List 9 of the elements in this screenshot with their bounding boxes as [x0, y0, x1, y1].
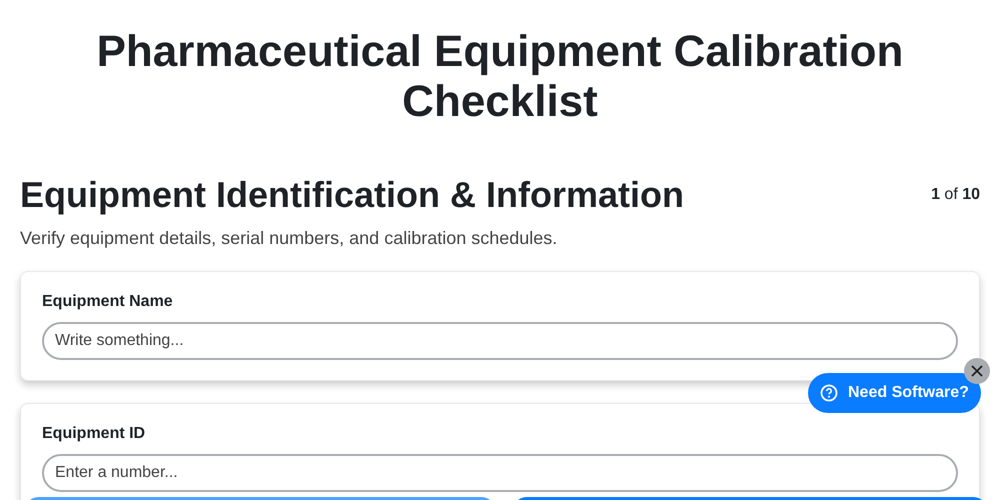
- field-label: Equipment Name: [42, 292, 174, 312]
- section-description: Verify equipment details, serial numbers, and calibration schedules.: [20, 227, 558, 250]
- page-indicator: 1 of 10: [931, 185, 980, 205]
- section-heading: Equipment Identification & Information: [20, 173, 684, 217]
- input-field[interactable]: Enter a number...: [42, 454, 958, 492]
- page-title: Pharmaceutical Equipment Calibration Checklist: [96, 27, 904, 127]
- help-button[interactable]: Need Software?: [808, 373, 981, 413]
- input-field[interactable]: Write something...: [42, 322, 958, 360]
- field-label: Equipment ID: [42, 424, 146, 444]
